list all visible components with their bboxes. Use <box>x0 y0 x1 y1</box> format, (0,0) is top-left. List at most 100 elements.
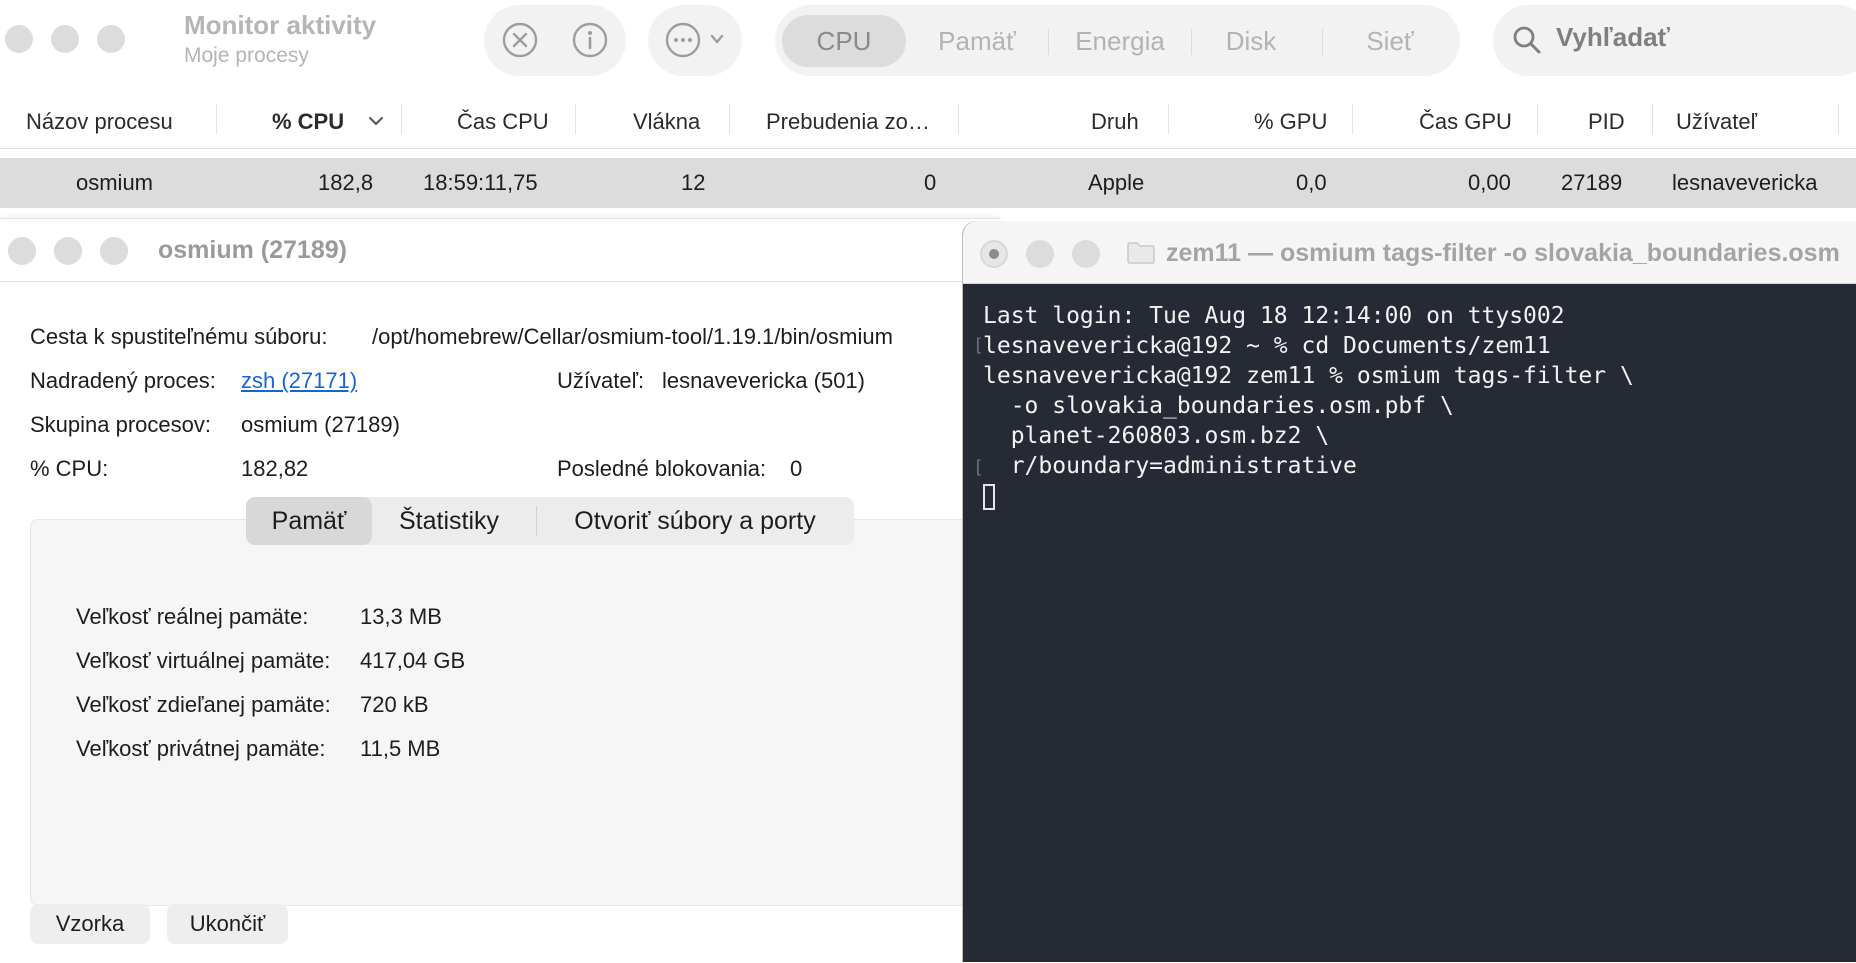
tab-divider <box>1191 29 1192 55</box>
segment-open-files-ports[interactable]: Otvoriť súbory a porty <box>542 497 848 545</box>
column-cpu-time[interactable]: Čas CPU <box>457 109 549 135</box>
terminal-line: Last login: Tue Aug 18 12:14:00 on ttys0… <box>983 303 1565 329</box>
column-gpu-percent[interactable]: % GPU <box>1254 109 1327 135</box>
search-field[interactable] <box>1493 5 1856 76</box>
user-value: lesnaveverickа (501) <box>662 368 865 393</box>
column-divider <box>1352 104 1353 134</box>
column-pid[interactable]: PID <box>1588 109 1625 135</box>
terminal-window: zem11 — osmium tags-filter -o slovakia_b… <box>962 221 1856 962</box>
cpu-percent-label: % CPU: <box>30 456 109 481</box>
app-title: Monitor aktivity <box>184 10 377 40</box>
user-label: Užívateľ: <box>557 368 645 393</box>
segment-memory[interactable]: Pamäť <box>246 497 372 545</box>
terminal-line: lesnaveverickа@192 zem11 % osmium tags-f… <box>983 363 1634 389</box>
inspector-segmented-control: Pamäť Štatistiky Otvoriť súbory a porty <box>246 497 854 545</box>
path-value: /opt/homebrew/Cellar/osmium-tool/1.19.1/… <box>372 324 893 349</box>
tab-divider <box>1322 29 1323 55</box>
toolbar: Monitor aktivity Moje procesy CPU Pamäť … <box>0 0 1856 80</box>
cell-threads: 12 <box>681 170 706 195</box>
parent-process-label: Nadradený proces: <box>30 368 216 393</box>
tab-network[interactable]: Sieť <box>1328 15 1452 67</box>
cell-cpu-time: 18:59:11,75 <box>423 170 538 195</box>
minimize-window-button[interactable] <box>1026 240 1054 268</box>
sort-descending-icon[interactable] <box>367 115 385 127</box>
cell-kind: Apple <box>1088 170 1145 195</box>
minimize-window-button[interactable] <box>54 237 82 265</box>
parent-process-link[interactable]: zsh (27171) <box>241 368 357 394</box>
cell-gpu-percent: 0,0 <box>1296 170 1327 195</box>
close-window-button[interactable] <box>980 240 1008 268</box>
cursor-line <box>983 481 1853 511</box>
recent-hangs-value: 0 <box>790 456 803 481</box>
quit-process-button[interactable]: Ukončiť <box>167 904 288 944</box>
cell-process-name: osmium <box>76 170 154 195</box>
cpu-percent-value: 182,82 <box>241 456 309 481</box>
close-window-button[interactable] <box>5 25 33 53</box>
column-cpu-percent[interactable]: % CPU <box>272 109 344 135</box>
table-row[interactable]: osmium 182,8 18:59:11,75 12 0 Apple 0,0 … <box>0 158 1856 208</box>
terminal-line: r/boundary=administrative <box>983 453 1357 479</box>
terminal-titlebar: zem11 — osmium tags-filter -o slovakia_b… <box>963 221 1856 284</box>
segment-divider <box>536 506 537 536</box>
cell-user: lesnaveverickа <box>1672 170 1818 195</box>
shared-memory-label: Veľkosť zdieľanej pamäte: <box>76 692 331 717</box>
column-divider <box>1652 104 1653 134</box>
inspector-titlebar: osmium (27189) <box>0 219 1000 282</box>
tab-energy[interactable]: Energia <box>1053 15 1187 67</box>
tab-cpu[interactable]: CPU <box>782 15 906 67</box>
info-icon <box>572 22 608 58</box>
more-actions-button[interactable] <box>660 18 732 62</box>
inspector-title: osmium (27189) <box>158 236 347 264</box>
inspect-process-button[interactable] <box>568 18 612 62</box>
shared-memory-value: 720 kB <box>360 692 429 717</box>
cell-idle-wakeups: 0 <box>924 170 937 195</box>
column-divider <box>1168 104 1169 134</box>
column-divider <box>958 104 959 134</box>
column-divider <box>216 104 217 134</box>
real-memory-label: Veľkosť reálnej pamäte: <box>76 604 309 629</box>
process-group-label: Skupina procesov: <box>30 412 211 437</box>
search-input[interactable]: Vyhľadať <box>1556 22 1670 53</box>
column-divider <box>575 104 576 134</box>
zoom-window-button[interactable] <box>100 237 128 265</box>
column-header-row: Názov procesu % CPU Čas CPU Vlákna Prebu… <box>0 90 1856 149</box>
terminal-output[interactable]: Last login: Tue Aug 18 12:14:00 on ttys0… <box>983 301 1853 511</box>
ellipsis-circle-icon <box>665 22 724 58</box>
column-user[interactable]: Užívateľ <box>1676 109 1757 135</box>
terminal-line: lesnaveverickа@192 ~ % cd Documents/zem1… <box>983 333 1551 359</box>
zoom-window-button[interactable] <box>1072 240 1100 268</box>
close-window-button[interactable] <box>8 237 36 265</box>
virtual-memory-label: Veľkosť virtuálnej pamäte: <box>76 648 331 673</box>
column-threads[interactable]: Vlákna <box>633 109 700 135</box>
column-process-name[interactable]: Názov procesu <box>26 109 173 135</box>
text-cursor <box>983 483 995 510</box>
column-kind[interactable]: Druh <box>1091 109 1139 135</box>
cell-cpu-percent: 182,8 <box>318 170 374 195</box>
search-icon <box>1513 26 1541 54</box>
segment-statistics[interactable]: Štatistiky <box>376 497 522 545</box>
column-divider <box>1838 104 1839 134</box>
minimize-window-button[interactable] <box>51 25 79 53</box>
column-divider <box>401 104 402 134</box>
terminal-title: zem11 — osmium tags-filter -o slovakia_b… <box>1166 239 1840 267</box>
x-circle-icon <box>502 22 538 58</box>
tab-disk[interactable]: Disk <box>1195 15 1307 67</box>
memory-panel: Veľkosť reálnej pamäte: 13,3 MB Veľkosť … <box>30 519 1022 906</box>
sample-button[interactable]: Vzorka <box>30 904 150 944</box>
tab-memory[interactable]: Pamäť <box>915 15 1039 67</box>
virtual-memory-value: 417,04 GB <box>360 648 466 673</box>
folder-icon <box>1127 242 1155 264</box>
process-inspector-window: osmium (27189) Cesta k spustiteľnému súb… <box>0 218 1022 963</box>
tab-divider <box>1048 29 1049 55</box>
zoom-window-button[interactable] <box>97 25 125 53</box>
app-subtitle: Moje procesy <box>184 44 309 67</box>
close-dot-icon <box>989 249 999 259</box>
cell-pid: 27189 <box>1561 170 1623 195</box>
column-gpu-time[interactable]: Čas GPU <box>1419 109 1512 135</box>
process-group-value: osmium (27189) <box>241 412 400 437</box>
stop-process-button[interactable] <box>498 18 542 62</box>
column-idle-wakeups[interactable]: Prebudenia zo… <box>766 109 930 135</box>
path-label: Cesta k spustiteľnému súboru: <box>30 324 328 349</box>
category-tabs: CPU Pamäť Energia Disk Sieť <box>775 5 1460 76</box>
recent-hangs-label: Posledné blokovania: <box>557 456 767 481</box>
